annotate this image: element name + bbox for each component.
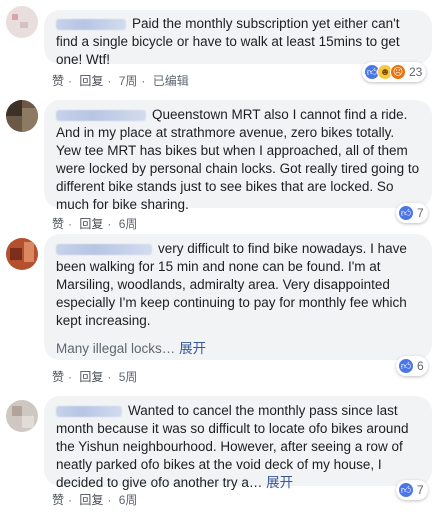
timestamp[interactable]: 5周 bbox=[119, 370, 138, 384]
reply-link[interactable]: 回复 bbox=[79, 493, 103, 507]
comment-actions: 赞 · 回复 · 6周 bbox=[52, 493, 138, 507]
see-more-link[interactable]: 展开 bbox=[266, 475, 293, 490]
author-name[interactable] bbox=[56, 109, 146, 121]
comment-bubble: Wanted to cancel the monthly pass since … bbox=[44, 396, 432, 490]
angry-icon: ☹ bbox=[390, 64, 406, 80]
reactions-summary[interactable]: 👍︎ ☻ ☹ 23 bbox=[362, 62, 427, 82]
reaction-count: 7 bbox=[417, 206, 424, 220]
author-name[interactable] bbox=[56, 18, 126, 30]
comment-actions: 赞 · 回复 · 5周 bbox=[52, 370, 138, 384]
like-icon: 👍︎ bbox=[398, 205, 414, 221]
like-icon: 👍︎ bbox=[398, 358, 414, 374]
like-link[interactable]: 赞 bbox=[52, 493, 64, 507]
author-name[interactable] bbox=[56, 243, 152, 255]
edited-label[interactable]: 已编辑 bbox=[153, 74, 189, 88]
reply-link[interactable]: 回复 bbox=[79, 370, 103, 384]
reply-link[interactable]: 回复 bbox=[79, 217, 103, 231]
see-more-link[interactable]: 展开 bbox=[179, 341, 206, 356]
comment-bubble: Queenstown MRT also I cannot find a ride… bbox=[44, 100, 432, 212]
reaction-count: 7 bbox=[417, 483, 424, 497]
author-name[interactable] bbox=[56, 405, 122, 417]
comment-bubble: very difficult to find bike nowadays. I … bbox=[44, 234, 432, 360]
avatar[interactable] bbox=[6, 100, 38, 132]
comment-bubble: Paid the monthly subscription yet either… bbox=[44, 10, 432, 67]
timestamp[interactable]: 6周 bbox=[119, 217, 138, 231]
reply-link[interactable]: 回复 bbox=[79, 74, 103, 88]
reaction-count: 23 bbox=[409, 65, 423, 79]
comment-text-continued: Many illegal locks… bbox=[56, 341, 176, 356]
reactions-summary[interactable]: 👍︎ 7 bbox=[396, 203, 428, 223]
comment-text: Queenstown MRT also I cannot find a ride… bbox=[56, 107, 420, 212]
timestamp[interactable]: 6周 bbox=[119, 493, 138, 507]
timestamp[interactable]: 7周 bbox=[119, 74, 138, 88]
like-icon: 👍︎ bbox=[398, 482, 414, 498]
reactions-summary[interactable]: 👍︎ 6 bbox=[396, 356, 428, 376]
more-text: Many illegal locks… 展开 bbox=[56, 340, 420, 358]
reaction-count: 6 bbox=[417, 359, 424, 373]
avatar[interactable] bbox=[6, 6, 38, 38]
comment-actions: 赞 · 回复 · 6周 bbox=[52, 217, 138, 231]
reactions-summary[interactable]: 👍︎ 7 bbox=[396, 480, 428, 500]
avatar[interactable] bbox=[6, 238, 38, 270]
comment-actions: 赞 · 回复 · 7周 · 已编辑 bbox=[52, 74, 189, 88]
like-link[interactable]: 赞 bbox=[52, 370, 64, 384]
like-link[interactable]: 赞 bbox=[52, 74, 64, 88]
avatar[interactable] bbox=[6, 400, 38, 432]
like-link[interactable]: 赞 bbox=[52, 217, 64, 231]
